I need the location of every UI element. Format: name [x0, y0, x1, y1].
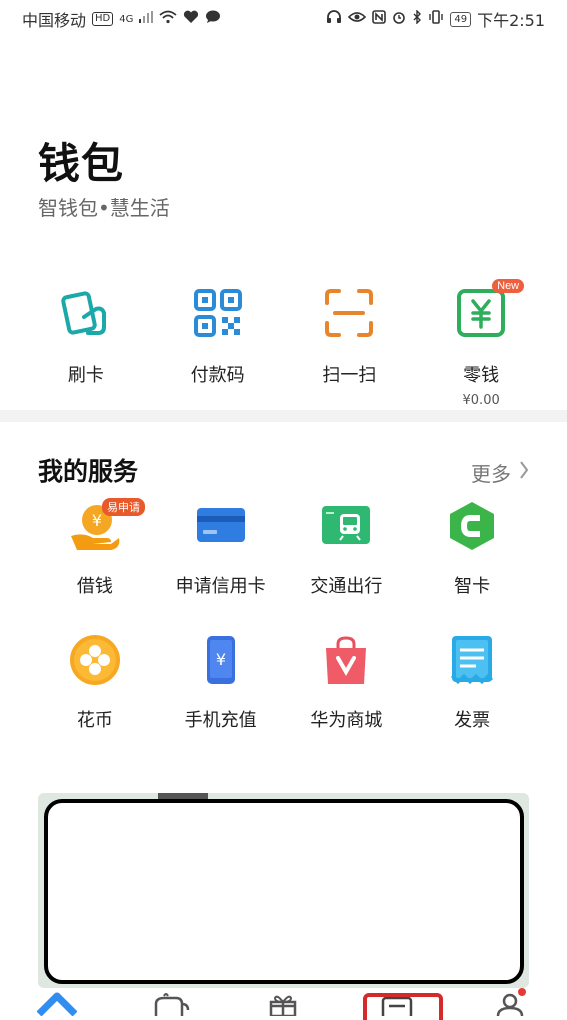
- nfc-icon: [372, 10, 387, 28]
- service-label: 华为商城: [310, 710, 383, 731]
- smart-card-icon: [444, 498, 500, 554]
- carrier-name: 中国移动: [22, 11, 87, 30]
- quick-actions: 刷卡 付款码 扫一扫 New 零钱 ¥0.00: [0, 279, 567, 410]
- svg-text:¥: ¥: [216, 650, 226, 669]
- service-huawei-coin[interactable]: 花币: [32, 632, 158, 732]
- more-label: 更多: [471, 462, 511, 486]
- section-divider: [0, 410, 567, 422]
- scan-label: 扫一扫: [322, 365, 377, 386]
- service-label: 借钱: [76, 576, 113, 597]
- services-grid: ¥ 易申请 借钱 申请信用卡 交通出行 智卡 花币 ¥ 手机充值 华为商城 发票: [32, 498, 535, 732]
- vibrate-icon: [428, 10, 444, 28]
- service-label: 手机充值: [184, 710, 257, 731]
- payment-code-button[interactable]: 付款码: [163, 285, 273, 410]
- heart-icon: [183, 10, 199, 28]
- new-badge: New: [492, 279, 525, 293]
- page-subtitle: 智钱包•慧生活: [38, 196, 170, 220]
- shopping-bag-icon: [318, 632, 374, 688]
- yuan-wallet-icon: [453, 285, 509, 341]
- bluetooth-icon: [412, 9, 422, 28]
- redacted-area: [44, 799, 524, 984]
- signal-icon: [139, 11, 154, 27]
- alarm-icon: [392, 10, 406, 28]
- more-link[interactable]: 更多: [471, 458, 529, 487]
- services-title: 我的服务: [38, 457, 139, 486]
- scan-button[interactable]: 扫一扫: [294, 285, 404, 410]
- easy-apply-badge: 易申请: [102, 498, 145, 516]
- payment-code-label: 付款码: [190, 365, 245, 386]
- service-label: 申请信用卡: [175, 576, 266, 597]
- clock: 下午2:51: [477, 11, 545, 30]
- hd-badge: HD: [92, 12, 114, 26]
- service-invoice[interactable]: 发票: [409, 632, 535, 732]
- change-wallet-label: 零钱: [463, 365, 500, 386]
- credit-card-icon: [193, 498, 249, 554]
- service-credit-card[interactable]: 申请信用卡: [158, 498, 284, 598]
- change-balance: ¥0.00: [462, 393, 500, 408]
- flower-coin-icon: [67, 632, 123, 688]
- service-smart-card[interactable]: 智卡: [409, 498, 535, 598]
- gift-icon: [263, 990, 303, 1020]
- invoice-icon: [444, 632, 500, 688]
- card-swipe-label: 刷卡: [67, 365, 104, 386]
- home-icon: [36, 990, 78, 1020]
- scan-icon: [321, 285, 377, 341]
- service-huawei-mall[interactable]: 华为商城: [284, 632, 410, 732]
- card-swipe-button[interactable]: 刷卡: [31, 285, 141, 410]
- phone-recharge-icon: ¥: [193, 632, 249, 688]
- card-swipe-icon: [58, 285, 114, 341]
- coffee-cup-icon: [150, 990, 190, 1020]
- status-bar: 中国移动 HD 4G 49 下午2:51: [0, 0, 567, 38]
- bottom-nav: [0, 988, 567, 1020]
- service-transit[interactable]: 交通出行: [284, 498, 410, 598]
- service-phone-recharge[interactable]: ¥ 手机充值: [158, 632, 284, 732]
- change-wallet-button[interactable]: New 零钱 ¥0.00: [426, 279, 536, 410]
- service-label: 发票: [454, 710, 491, 731]
- battery-indicator: 49: [450, 11, 472, 27]
- chevron-right-icon: [519, 460, 529, 485]
- page-title: 钱包: [38, 139, 125, 188]
- qr-code-icon: [190, 285, 246, 341]
- network-type: 4G: [119, 13, 134, 25]
- wifi-icon: [159, 10, 177, 28]
- eye-icon: [348, 11, 367, 27]
- nav-profile[interactable]: [480, 988, 540, 1020]
- nav-highlight-box: [363, 993, 443, 1020]
- svg-text:¥: ¥: [92, 511, 102, 530]
- service-loan[interactable]: ¥ 易申请 借钱: [32, 498, 158, 598]
- nav-home[interactable]: [27, 988, 87, 1020]
- nav-lifestyle[interactable]: [140, 988, 200, 1020]
- headphones-icon: [326, 10, 342, 28]
- transit-card-icon: [318, 498, 374, 554]
- service-label: 交通出行: [310, 576, 383, 597]
- chat-icon: [205, 10, 221, 28]
- service-label: 智卡: [454, 576, 491, 597]
- nav-benefits[interactable]: [253, 988, 313, 1020]
- service-label: 花币: [76, 710, 113, 731]
